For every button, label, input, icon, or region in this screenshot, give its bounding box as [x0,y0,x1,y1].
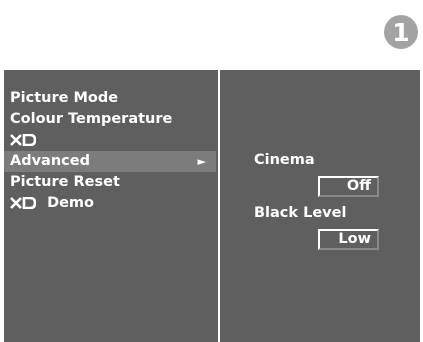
menu-item-label: Advanced [10,153,90,169]
menu-item-xd[interactable] [4,130,216,151]
osd-menu: Picture Mode Colour Temperature Advanced… [2,68,420,342]
main-menu: Picture Mode Colour Temperature Advanced… [4,70,216,342]
menu-item-label: Demo [47,195,95,211]
cinema-label: Cinema [254,152,315,168]
black-level-value-field[interactable]: Low [318,229,379,250]
menu-item-xd-demo[interactable]: Demo [4,193,216,214]
menu-item-label: Picture Reset [10,174,120,190]
menu-item-advanced[interactable]: Advanced ► [4,151,216,172]
menu-item-label: Colour Temperature [10,111,173,127]
menu-item-colour-temperature[interactable]: Colour Temperature [4,109,216,130]
black-level-label: Black Level [254,205,347,221]
advanced-submenu: Cinema Off Black Level Low [220,70,420,342]
menu-item-label: Picture Mode [10,90,119,106]
xd-logo-icon [10,197,36,209]
cinema-value-field[interactable]: Off [318,176,379,197]
menu-item-picture-reset[interactable]: Picture Reset [4,172,216,193]
submenu-arrow-icon: ► [197,155,206,168]
step-number-badge: 1 [384,15,418,49]
xd-logo-icon [10,134,36,146]
menu-item-picture-mode[interactable]: Picture Mode [4,88,216,109]
